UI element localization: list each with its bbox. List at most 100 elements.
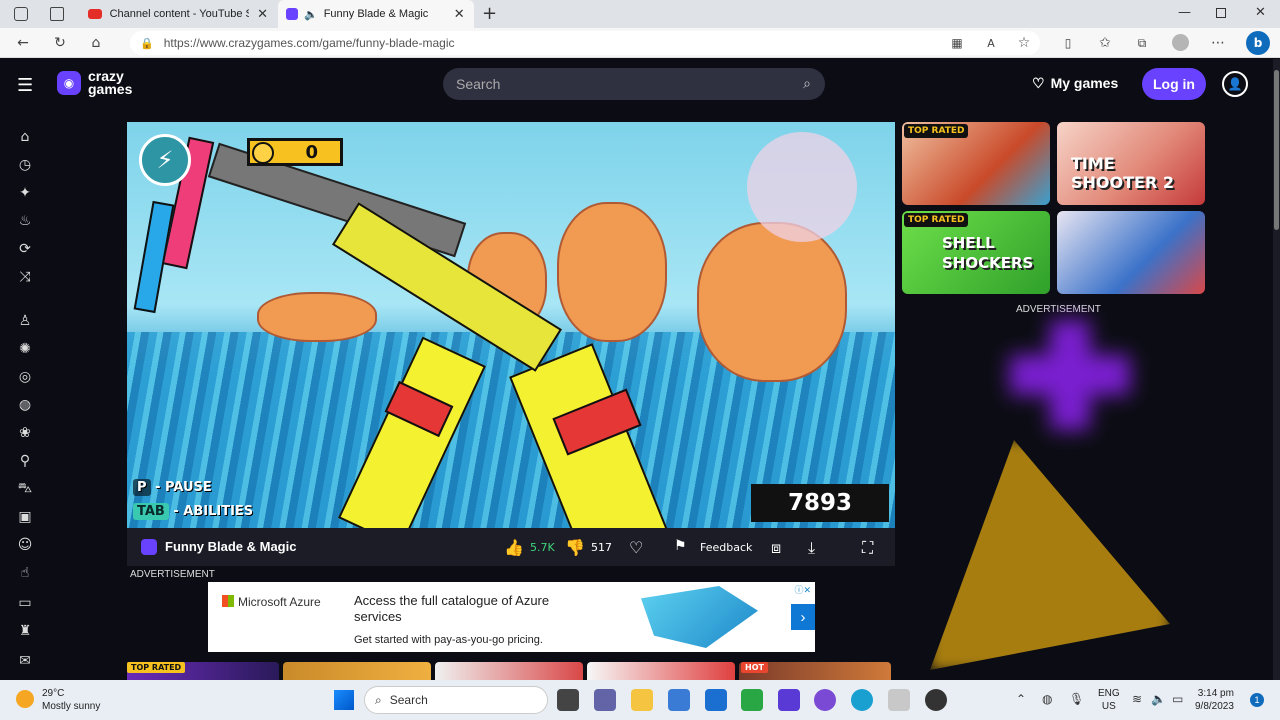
download-icon[interactable]: ⤓ — [808, 538, 815, 558]
language-code: ENG — [1098, 688, 1120, 699]
my-games-link[interactable]: ♡ My games — [1032, 75, 1118, 92]
wifi-icon[interactable]: ≋ — [1132, 692, 1142, 706]
favorite-heart-icon[interactable]: ♡ — [629, 538, 643, 557]
app-icon[interactable] — [888, 689, 910, 711]
feedback-icon[interactable]: ⚑ — [674, 538, 687, 554]
driving-icon[interactable]: ♜ — [15, 621, 35, 641]
favorites-icon[interactable]: ✩ — [1096, 34, 1114, 52]
microphone-icon[interactable]: 🎙 — [1069, 692, 1084, 706]
fullscreen-icon[interactable]: ⛶ — [862, 538, 873, 558]
controller-icon[interactable]: ▭ — [15, 593, 35, 613]
close-tab-icon[interactable]: ✕ — [454, 6, 465, 22]
profile-avatar[interactable] — [1172, 34, 1189, 51]
random-icon[interactable]: ⤨ — [15, 267, 35, 287]
task-view-icon[interactable] — [557, 689, 579, 711]
basketball-icon[interactable]: ◍ — [15, 395, 35, 415]
maximize-icon[interactable] — [1216, 8, 1226, 18]
favorite-star-icon[interactable]: ☆ — [1015, 34, 1033, 52]
embed-icon[interactable]: ⧈ — [771, 538, 781, 558]
minimize-icon[interactable]: — — [1178, 5, 1191, 20]
top-rated-badge: TOP RATED — [904, 213, 969, 227]
new-icon[interactable]: ✦ — [15, 183, 35, 203]
taskbar-clock[interactable]: 3:14 pm 9/8/2023 — [1195, 687, 1234, 713]
car-icon[interactable]: ⛍ — [15, 479, 35, 499]
new-tab-icon[interactable]: + — [482, 3, 497, 24]
notification-badge[interactable]: 1 — [1250, 693, 1264, 707]
beauty-icon[interactable]: ❀ — [15, 423, 35, 443]
volume-icon[interactable]: 🔈 — [1151, 692, 1166, 706]
photos-icon[interactable] — [814, 689, 836, 711]
card-icon[interactable]: ▣ — [15, 507, 35, 527]
search-icon[interactable]: ⌕ — [803, 75, 811, 92]
split-screen-icon[interactable]: ▯ — [1059, 34, 1077, 52]
file-explorer-icon[interactable] — [631, 689, 653, 711]
app-available-icon[interactable]: ▦ — [948, 34, 966, 52]
search-input[interactable]: Search ⌕ — [443, 68, 825, 100]
user-icon[interactable]: 👤 — [1222, 71, 1248, 97]
tab-youtube-studio[interactable]: Channel content - YouTube Stud ✕ — [80, 0, 276, 28]
recommended-game-tile[interactable]: TOP RATED SHELL SHOCKERS — [902, 211, 1050, 294]
taskbar-search[interactable]: ⌕ Search — [364, 686, 548, 714]
collections-icon[interactable]: ⧉ — [1133, 34, 1151, 52]
start-button-icon[interactable] — [334, 690, 354, 710]
adventure-icon[interactable]: ◎ — [15, 367, 35, 387]
hamburger-menu-icon[interactable]: ☰ — [17, 75, 33, 96]
strip-game-tile[interactable]: TOP RATED — [127, 662, 279, 680]
ad-choices-icon[interactable]: ⓘ✕ — [794, 583, 811, 596]
decorative-triangle-shape — [930, 440, 1170, 670]
speaker-icon[interactable]: 🔈 — [304, 8, 318, 21]
battery-icon[interactable]: ▭ — [1172, 692, 1183, 706]
recommended-game-tile[interactable]: TOP RATED — [902, 122, 1050, 205]
store-icon[interactable] — [668, 689, 690, 711]
workspaces-icon[interactable] — [14, 7, 28, 21]
home-icon[interactable]: ⌂ — [87, 34, 105, 52]
more-options-icon[interactable]: ⋯ — [1209, 34, 1227, 52]
scrollbar-thumb[interactable] — [1274, 70, 1279, 230]
strip-game-tile[interactable] — [435, 662, 583, 680]
recent-icon[interactable]: ◷ — [15, 155, 35, 175]
updated-icon[interactable]: ⟳ — [15, 239, 35, 259]
refresh-icon[interactable]: ↻ — [51, 34, 69, 52]
crazygames-logo-icon[interactable]: ◉ — [57, 71, 81, 95]
ad-arrow-button[interactable]: › — [791, 604, 815, 630]
two-player-icon[interactable]: ♙ — [15, 311, 35, 331]
tab-funny-blade[interactable]: 🔈 Funny Blade & Magic ✕ — [278, 0, 474, 28]
edge-icon[interactable] — [851, 689, 873, 711]
home-icon[interactable]: ⌂ — [15, 127, 35, 147]
clicker-icon[interactable]: ☝ — [15, 563, 35, 583]
bing-icon[interactable]: b — [1246, 31, 1270, 55]
close-window-icon[interactable]: ✕ — [1255, 5, 1266, 20]
weather-widget[interactable]: 29°C Mostly sunny — [42, 687, 100, 713]
language-indicator[interactable]: ENG US — [1098, 687, 1120, 713]
strip-game-tile[interactable] — [587, 662, 735, 680]
strip-game-tile[interactable] — [283, 662, 431, 680]
xbox-icon[interactable] — [741, 689, 763, 711]
tab-actions-icon[interactable] — [50, 7, 64, 21]
like-icon[interactable]: 👍 — [504, 538, 524, 557]
close-tab-icon[interactable]: ✕ — [257, 6, 268, 22]
ad-headline: Access the full catalogue of Azure servi… — [354, 593, 550, 624]
teams-chat-icon[interactable] — [594, 689, 616, 711]
clipchamp-icon[interactable] — [778, 689, 800, 711]
bike-icon[interactable]: ⚲ — [15, 451, 35, 471]
dislike-icon[interactable]: 👎 — [565, 538, 585, 557]
strip-game-tile[interactable]: HOT — [739, 662, 891, 680]
mail-icon[interactable]: ✉ — [15, 651, 35, 671]
game-canvas[interactable]: ⚡ 0 P - PAUSE TAB - ABILITIES 7893 — [127, 122, 895, 528]
login-button[interactable]: Log in — [1142, 68, 1206, 100]
mail-icon[interactable] — [705, 689, 727, 711]
recommended-game-tile[interactable] — [1057, 211, 1205, 294]
back-icon[interactable]: ← — [14, 34, 32, 52]
feedback-button[interactable]: Feedback — [700, 541, 752, 554]
read-aloud-icon[interactable]: A — [982, 34, 1000, 52]
show-hidden-icons[interactable]: ⌃ — [1016, 692, 1026, 706]
azure-ad-banner[interactable]: Microsoft Azure Access the full catalogu… — [208, 582, 815, 652]
logo-text[interactable]: crazy games — [88, 69, 132, 96]
recording-app-icon[interactable] — [925, 689, 947, 711]
network-app-icon[interactable]: ◍ — [1042, 692, 1052, 706]
url-field[interactable]: 🔒 https://www.crazygames.com/game/funny-… — [130, 31, 1040, 55]
casual-icon[interactable]: ☺ — [15, 535, 35, 555]
action-icon[interactable]: ✺ — [15, 339, 35, 359]
recommended-game-tile[interactable]: TIME SHOOTER 2 — [1057, 122, 1205, 205]
trending-icon[interactable]: ♨ — [15, 211, 35, 231]
